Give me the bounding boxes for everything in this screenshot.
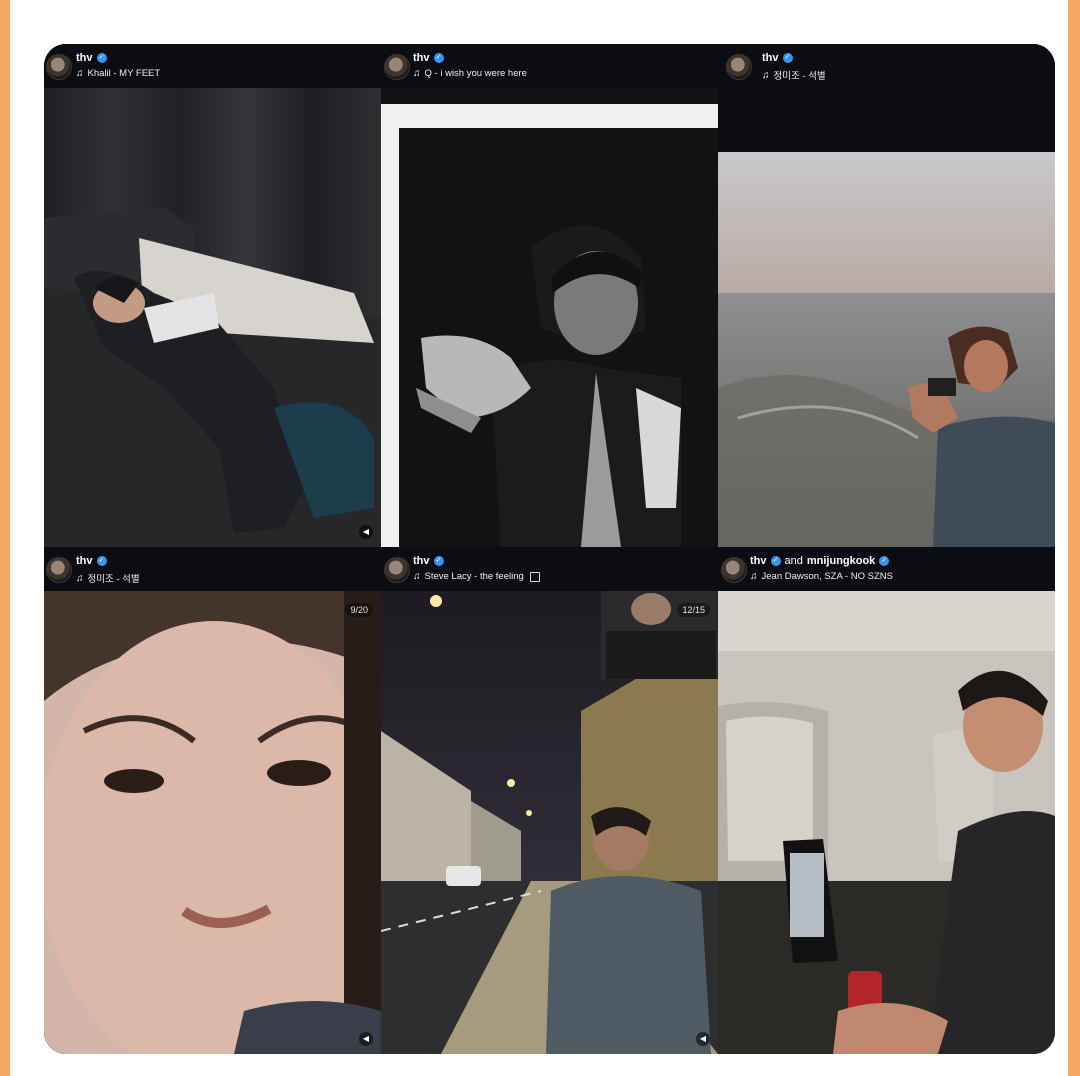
avatar[interactable] bbox=[726, 54, 752, 80]
story-photo bbox=[381, 88, 718, 547]
sleeping-man-photo bbox=[44, 88, 381, 547]
paris-view-photo bbox=[718, 88, 1055, 547]
verified-badge-icon: ✓ bbox=[770, 556, 781, 566]
avatar[interactable] bbox=[721, 557, 747, 583]
story-photo bbox=[718, 591, 1055, 1054]
music-note-icon: ♫ bbox=[413, 571, 421, 582]
collab-username[interactable]: mnijungkook bbox=[807, 555, 875, 567]
username[interactable]: thv ✓ and mnijungkook ✓ bbox=[750, 555, 890, 567]
story-header: thv ✓ ♫ Khalil - MY FEET bbox=[44, 44, 381, 88]
username-text: thv bbox=[76, 555, 93, 567]
speaker-icon[interactable]: ◀ bbox=[696, 1032, 710, 1046]
story-header: thv ✓ ♫ 정미조 - 석별 bbox=[718, 44, 1055, 88]
username-text: thv bbox=[413, 555, 430, 567]
selfie-photo bbox=[44, 591, 381, 1054]
airplane-cabin-photo bbox=[718, 591, 1055, 1054]
music-note-icon: ♫ bbox=[76, 572, 84, 584]
avatar[interactable] bbox=[384, 557, 410, 583]
username-text: thv bbox=[413, 52, 430, 64]
story-header: thv ✓ ♫ Q - i wish you were here bbox=[381, 44, 718, 88]
music-note-icon: ♫ bbox=[750, 571, 758, 582]
username[interactable]: thv ✓ bbox=[413, 52, 444, 64]
music-title: 정미조 - 석별 bbox=[773, 71, 826, 82]
avatar[interactable] bbox=[46, 557, 72, 583]
music-title: Jean Dawson, SZA - NO SZNS bbox=[761, 571, 893, 582]
avatar[interactable] bbox=[46, 54, 72, 80]
music-label[interactable]: ♫ Jean Dawson, SZA - NO SZNS bbox=[750, 571, 893, 582]
story-counter: 12/15 bbox=[677, 603, 710, 617]
collab-word: and bbox=[784, 555, 803, 567]
polaroid-photo bbox=[381, 104, 718, 547]
music-label[interactable]: ♫ 정미조 - 석별 bbox=[762, 68, 826, 83]
verified-badge-icon: ✓ bbox=[96, 53, 107, 63]
story-panel-1[interactable]: thv ✓ ♫ Khalil - MY FEET ◀ bbox=[44, 44, 381, 547]
night-street-photo bbox=[381, 591, 718, 1054]
post-card: thv ✓ ♫ Khalil - MY FEET ◀ thv ✓ ♫ Q - i… bbox=[10, 0, 1068, 1076]
music-note-icon: ♫ bbox=[76, 68, 84, 79]
story-photo: 12/15 ◀ bbox=[381, 591, 718, 1054]
story-photo bbox=[718, 88, 1055, 547]
story-header: thv ✓ ♫ 정미조 - 석별 bbox=[44, 547, 381, 591]
speaker-icon[interactable]: ◀ bbox=[359, 525, 373, 539]
username[interactable]: thv ✓ bbox=[762, 52, 793, 64]
verified-badge-icon: ✓ bbox=[96, 556, 107, 566]
music-title: Steve Lacy - the feeling bbox=[424, 571, 524, 582]
story-collage: thv ✓ ♫ Khalil - MY FEET ◀ thv ✓ ♫ Q - i… bbox=[44, 44, 1055, 1054]
username[interactable]: thv ✓ bbox=[76, 52, 107, 64]
story-photo: 9/20 ◀ bbox=[44, 591, 381, 1054]
story-header: thv ✓ and mnijungkook ✓ ♫ Jean Dawson, S… bbox=[718, 547, 1055, 591]
story-panel-4[interactable]: thv ✓ ♫ 정미조 - 석별 9/20 ◀ bbox=[44, 547, 381, 1054]
music-label[interactable]: ♫ Khalil - MY FEET bbox=[76, 68, 160, 79]
music-label[interactable]: ♫ Q - i wish you were here bbox=[413, 68, 527, 79]
story-counter: 9/20 bbox=[345, 603, 373, 617]
verified-badge-icon: ✓ bbox=[433, 556, 444, 566]
music-note-icon: ♫ bbox=[413, 68, 421, 79]
music-title: Khalil - MY FEET bbox=[87, 68, 161, 79]
explicit-icon bbox=[529, 571, 540, 582]
music-label[interactable]: ♫ 정미조 - 석별 bbox=[76, 571, 140, 586]
story-panel-3[interactable]: thv ✓ ♫ 정미조 - 석별 bbox=[718, 44, 1055, 547]
speaker-icon[interactable]: ◀ bbox=[359, 1032, 373, 1046]
username[interactable]: thv ✓ bbox=[76, 555, 107, 567]
verified-badge-icon: ✓ bbox=[782, 53, 793, 63]
verified-badge-icon: ✓ bbox=[433, 53, 444, 63]
story-panel-6[interactable]: thv ✓ and mnijungkook ✓ ♫ Jean Dawson, S… bbox=[718, 547, 1055, 1054]
story-header: thv ✓ ♫ Steve Lacy - the feeling bbox=[381, 547, 718, 591]
username-text: thv bbox=[750, 555, 767, 567]
music-note-icon: ♫ bbox=[762, 69, 770, 81]
avatar[interactable] bbox=[384, 54, 410, 80]
music-title: 정미조 - 석별 bbox=[87, 574, 140, 585]
username-text: thv bbox=[762, 52, 779, 64]
story-panel-5[interactable]: thv ✓ ♫ Steve Lacy - the feeling 12/15 ◀ bbox=[381, 547, 718, 1054]
music-title: Q - i wish you were here bbox=[424, 68, 527, 79]
username-text: thv bbox=[76, 52, 93, 64]
story-panel-2[interactable]: thv ✓ ♫ Q - i wish you were here bbox=[381, 44, 718, 547]
story-photo: ◀ bbox=[44, 88, 381, 547]
music-label[interactable]: ♫ Steve Lacy - the feeling bbox=[413, 571, 540, 582]
verified-badge-icon: ✓ bbox=[879, 556, 890, 566]
username[interactable]: thv ✓ bbox=[413, 555, 444, 567]
